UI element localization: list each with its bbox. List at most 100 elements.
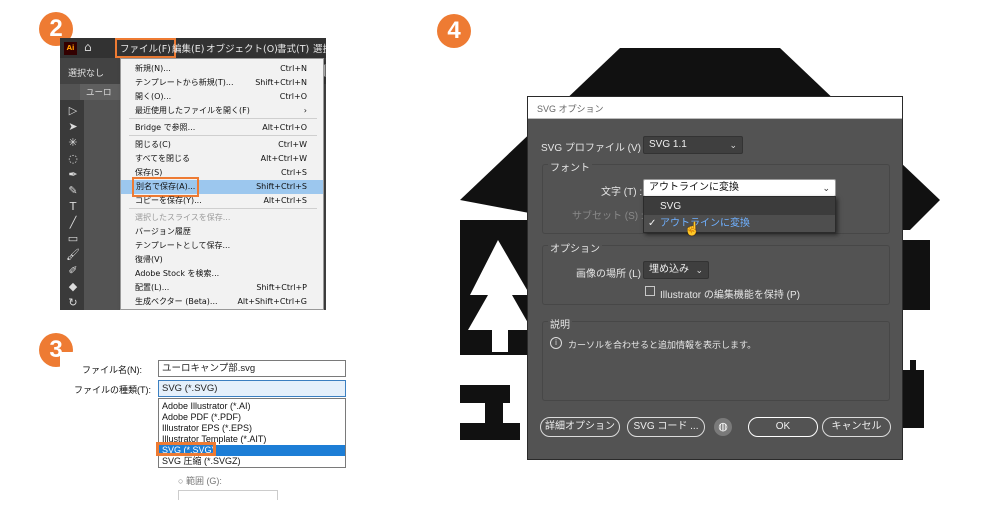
menu-item-open[interactable]: 開く(O)... Ctrl+O: [121, 90, 323, 104]
menu-item-label: 最近使用したファイルを開く(F): [135, 106, 250, 115]
globe-icon[interactable]: ◍: [714, 418, 732, 436]
advanced-options-button[interactable]: 詳細オプション: [540, 417, 620, 437]
image-location-label: 画像の場所 (L) :: [576, 269, 647, 280]
menu-item-shortcut: ›: [303, 106, 307, 115]
menu-item-label: 別名で保存(A)...: [131, 177, 200, 197]
menu-item-shortcut: Shift+Ctrl+N: [255, 78, 307, 87]
filetype-option[interactable]: SVG 圧縮 (*.SVGZ): [159, 456, 345, 467]
chevron-down-icon: ⌄: [695, 265, 703, 275]
selection-status: 選択なし: [68, 69, 105, 79]
menu-edit[interactable]: 編集(E): [172, 41, 204, 55]
type-tool-icon[interactable]: T: [66, 200, 80, 214]
menu-item-shortcut: Alt+Ctrl+W: [260, 154, 307, 163]
text-label: 文字 (T) :: [601, 187, 643, 198]
illustrator-window: Ai ⌂ ファイル(F) 編集(E) オブジェクト(O) 書式(T) 選択(S)…: [60, 38, 326, 310]
menu-item-shortcut: Ctrl+N: [280, 64, 307, 73]
menu-item-shortcut: Ctrl+O: [279, 92, 307, 101]
menu-item-generate-vector[interactable]: 生成ベクター (Beta)... Alt+Shift+Ctrl+G: [121, 295, 323, 309]
filetype-option[interactable]: Adobe PDF (*.PDF): [159, 412, 345, 423]
dialog-title: SVG オプション: [537, 104, 604, 114]
menu-item-save-slices[interactable]: 選択したスライスを保存...: [121, 211, 323, 225]
menu-item-label: 閉じる(C): [135, 140, 171, 149]
menu-item-version-history[interactable]: バージョン履歴: [121, 225, 323, 239]
filetype-list: Adobe Illustrator (*.AI) Adobe PDF (*.PD…: [158, 398, 346, 468]
menu-item-save-as[interactable]: 別名で保存(A)... Shift+Ctrl+S: [121, 177, 323, 197]
menu-item-shortcut: Shift+Ctrl+P: [256, 283, 307, 292]
menu-item-shortcut: Alt+Ctrl+O: [262, 123, 307, 132]
menu-separator: [129, 135, 317, 136]
pen-tool-icon[interactable]: ✒: [66, 168, 80, 182]
menu-item-open-recent[interactable]: 最近使用したファイルを開く(F) ›: [121, 104, 323, 118]
curvature-tool-icon[interactable]: ✎: [66, 184, 80, 198]
filename-label: ファイル名(N):: [82, 365, 142, 375]
shaper-tool-icon[interactable]: ✐: [66, 264, 80, 278]
menu-item-search-stock[interactable]: Adobe Stock を検索...: [121, 267, 323, 281]
dialog-titlebar[interactable]: SVG オプション: [528, 97, 902, 119]
menu-item-place[interactable]: 配置(L)... Shift+Ctrl+P: [121, 281, 323, 295]
menu-bar: Ai ⌂ ファイル(F) 編集(E) オブジェクト(O) 書式(T) 選択(S): [60, 38, 326, 58]
menu-item-save-as-template[interactable]: テンプレートとして保存...: [121, 239, 323, 253]
paintbrush-tool-icon[interactable]: 🖌: [66, 248, 80, 262]
save-as-dialog: ファイル名(N): ユーロキャンプ部.svg ファイルの種類(T): SVG (…: [60, 352, 346, 500]
description-group-label: 説明: [548, 316, 572, 331]
eraser-tool-icon[interactable]: ◆: [66, 280, 80, 294]
menu-item-label: 新規(N)...: [135, 64, 171, 73]
range-radio[interactable]: ○ 範囲 (G):: [178, 474, 222, 487]
menu-item-new[interactable]: 新規(N)... Ctrl+N: [121, 62, 323, 76]
artboard-tool-icon[interactable]: ▷: [66, 104, 80, 118]
menu-item-shortcut: Ctrl+S: [280, 168, 307, 177]
line-tool-icon[interactable]: ╱: [66, 216, 80, 230]
menu-item-label: Bridge で参照...: [135, 123, 196, 132]
filetype-select[interactable]: SVG (*.SVG): [158, 380, 346, 397]
ok-button[interactable]: OK: [748, 417, 818, 437]
text-option-outline[interactable]: ✓ アウトラインに変換: [644, 215, 835, 232]
preserve-editing-label: Illustrator の編集機能を保持 (P): [660, 290, 801, 301]
menu-item-label: 配置(L)...: [135, 283, 170, 292]
menu-item-save[interactable]: 保存(S) Ctrl+S: [121, 166, 323, 180]
filename-input[interactable]: ユーロキャンプ部.svg: [158, 360, 346, 377]
svg-code-button[interactable]: SVG コード ...: [627, 417, 705, 437]
range-input[interactable]: [178, 490, 278, 500]
menu-item-new-from-template[interactable]: テンプレートから新規(T)... Shift+Ctrl+N: [121, 76, 323, 90]
menu-item-label: 生成ベクター (Beta)...: [135, 297, 218, 306]
filetype-option[interactable]: Adobe Illustrator (*.AI): [159, 401, 345, 412]
image-location-select[interactable]: 埋め込み ⌄: [643, 261, 709, 279]
magic-wand-icon[interactable]: ✳: [66, 136, 80, 150]
text-options-popup: SVG ✓ アウトラインに変換: [643, 196, 836, 233]
file-menu-dropdown: 新規(N)... Ctrl+N テンプレートから新規(T)... Shift+Ctrl…: [120, 58, 324, 310]
menu-item-label: 保存(S): [135, 168, 163, 177]
home-icon[interactable]: ⌂: [84, 40, 92, 54]
menu-item-browse-bridge[interactable]: Bridge で参照... Alt+Ctrl+O: [121, 121, 323, 135]
text-select[interactable]: アウトラインに変換 ⌄: [643, 179, 836, 197]
menu-item-close-all[interactable]: すべてを閉じる Alt+Ctrl+W: [121, 152, 323, 166]
lasso-tool-icon[interactable]: ◌: [66, 152, 80, 166]
menu-file[interactable]: ファイル(F): [115, 38, 176, 58]
range-label: 範囲 (G):: [185, 476, 222, 486]
svg-option-highlight: [156, 442, 216, 456]
menu-item-shortcut: Ctrl+W: [278, 140, 307, 149]
preserve-editing-checkbox[interactable]: [645, 286, 655, 296]
profile-select[interactable]: SVG 1.1 ⌄: [643, 136, 743, 154]
selection-tool-icon[interactable]: ➤: [66, 120, 80, 134]
filetype-label: ファイルの種類(T):: [74, 385, 151, 395]
menu-item-revert[interactable]: 復帰(V): [121, 253, 323, 267]
menu-object[interactable]: オブジェクト(O): [206, 41, 278, 55]
filetype-option[interactable]: Illustrator EPS (*.EPS): [159, 423, 345, 434]
text-option-svg[interactable]: SVG: [644, 198, 835, 215]
menu-type[interactable]: 書式(T): [277, 41, 309, 55]
menu-item-close[interactable]: 閉じる(C) Ctrl+W: [121, 138, 323, 152]
menu-select[interactable]: 選択(S): [313, 41, 326, 55]
rectangle-tool-icon[interactable]: ▭: [66, 232, 80, 246]
illustrator-logo-icon: Ai: [64, 42, 77, 55]
rotate-tool-icon[interactable]: ↻: [66, 296, 80, 310]
description-group: [542, 321, 890, 401]
subset-label: サブセット (S) :: [572, 211, 644, 222]
menu-item-shortcut: Alt+Ctrl+S: [263, 196, 307, 205]
cancel-button[interactable]: キャンセル: [822, 417, 891, 437]
menu-item-label: 開く(O)...: [135, 92, 172, 101]
menu-item-save-copy[interactable]: コピーを保存(Y)... Alt+Ctrl+S: [121, 194, 323, 208]
menu-item-label: 選択したスライスを保存...: [135, 213, 231, 222]
menu-item-label: すべてを閉じる: [135, 154, 190, 163]
profile-label: SVG プロファイル (V) :: [541, 143, 647, 154]
menu-item-shortcut: Shift+Ctrl+S: [256, 182, 307, 191]
